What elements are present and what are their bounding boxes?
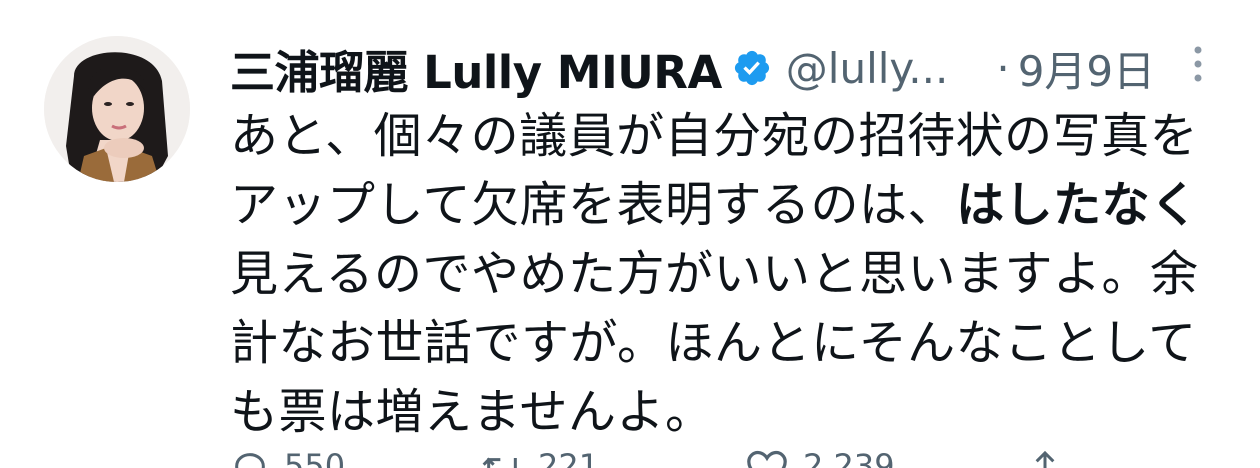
verified-badge-icon — [734, 50, 769, 86]
reply-button[interactable]: 550 — [230, 448, 345, 468]
avatar-photo — [44, 36, 190, 182]
tweet-text-part-2: 見えるのでやめた方がいいと思いますよ。余計なお世話ですが。ほんとにそんなことして… — [230, 246, 1199, 440]
share-icon — [1035, 450, 1055, 468]
tweet-header: 三浦瑠麗 Lully MIURA @lully... · 9月9日 — [230, 36, 1230, 101]
reply-count: 550 — [284, 448, 346, 468]
tweet-actions: 550 221 2,239 — [230, 448, 1230, 468]
retweet-count: 221 — [538, 448, 600, 468]
reply-icon — [235, 453, 265, 468]
avatar[interactable] — [44, 36, 190, 182]
author-display-name[interactable]: 三浦瑠麗 Lully MIURA — [230, 36, 722, 101]
author-handle[interactable]: @lully... — [786, 44, 949, 93]
share-button[interactable] — [1025, 448, 1065, 468]
like-icon — [747, 450, 787, 468]
tweet: 三浦瑠麗 Lully MIURA @lully... · 9月9日 あと、個々の… — [0, 0, 1260, 468]
separator-dot: · — [996, 43, 1010, 93]
tweet-body: あと、個々の議員が自分宛の招待状の写真をアップして欠席を表明するのは、はしたなく… — [230, 102, 1210, 447]
like-count: 2,239 — [803, 448, 895, 468]
tweet-timestamp[interactable]: 9月9日 — [1018, 38, 1155, 99]
more-options-icon[interactable] — [1186, 44, 1210, 88]
retweet-icon — [482, 457, 517, 468]
tweet-text-bold: はしたなく — [956, 177, 1199, 233]
retweet-button[interactable]: 221 — [480, 448, 599, 468]
like-button[interactable]: 2,239 — [745, 448, 895, 468]
